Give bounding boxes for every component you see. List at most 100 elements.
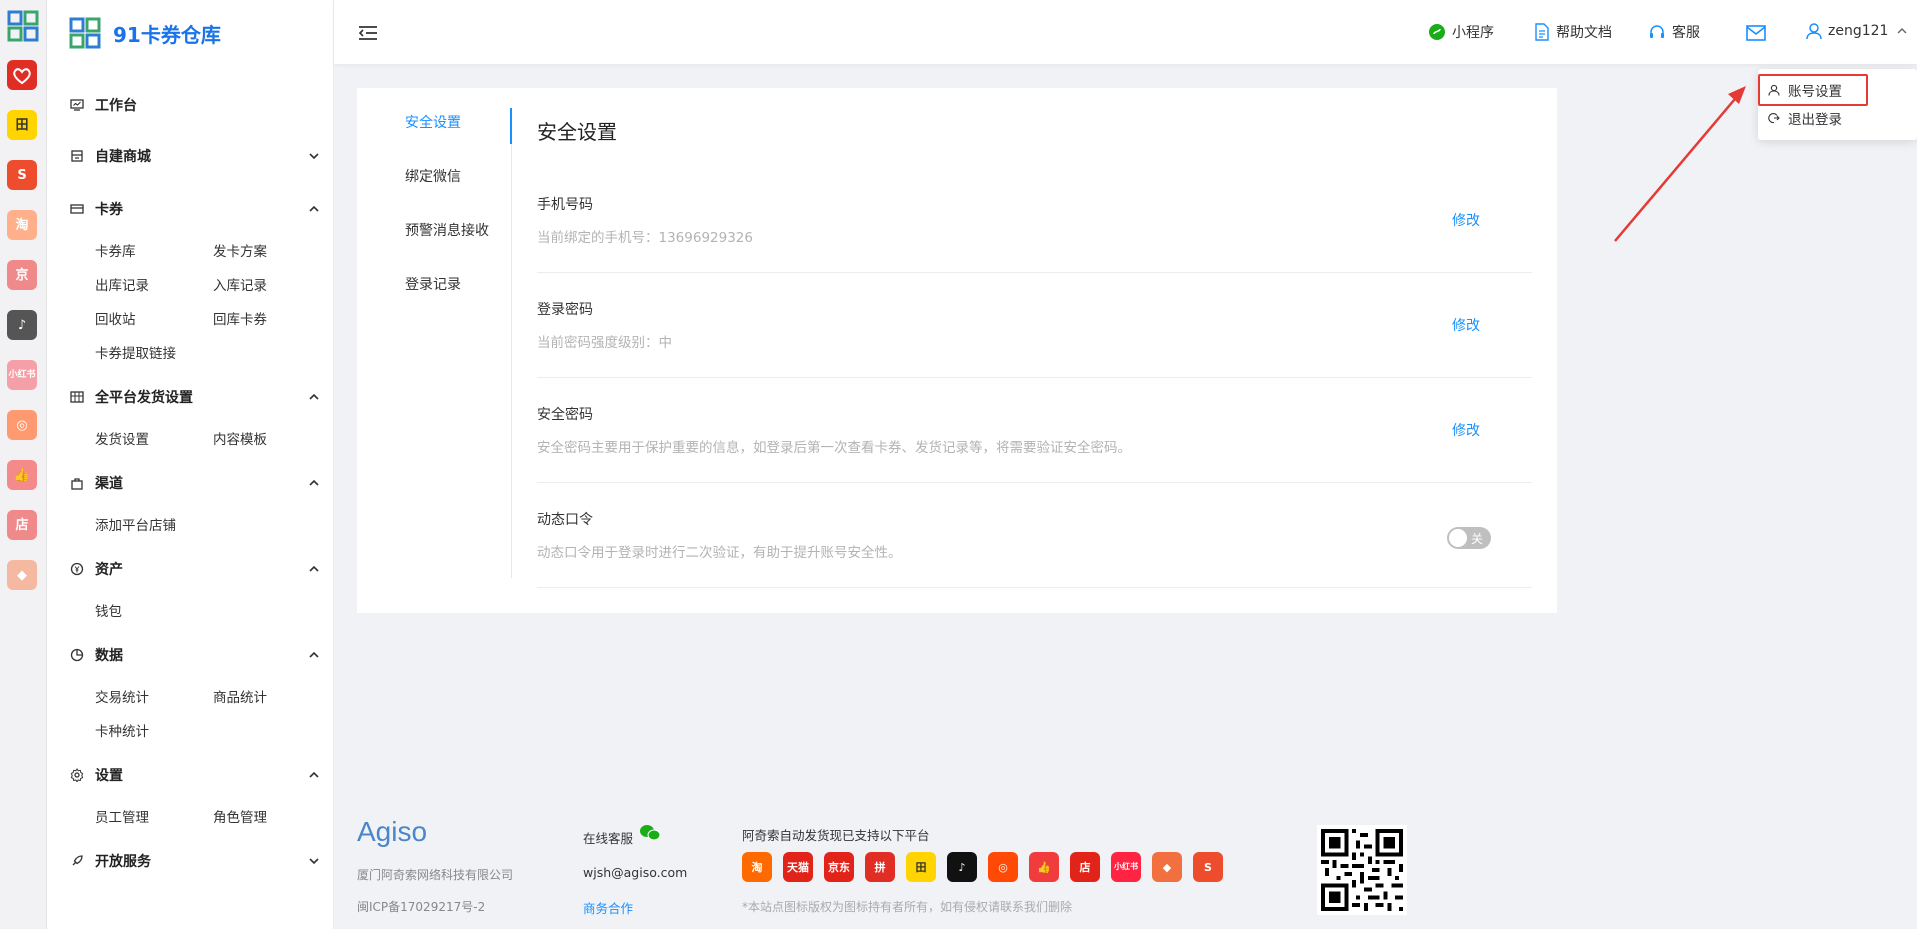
shopee-icon[interactable]: S — [7, 160, 37, 190]
menu-outbound-records[interactable]: 出库记录 — [95, 274, 149, 294]
chevron-down-icon[interactable] — [307, 149, 321, 163]
chevron-up-icon[interactable] — [307, 390, 321, 404]
platform-rail: 田 S 淘京 ♪ 小红书 ◎ 👍 店 ◆ — [0, 0, 47, 929]
menu-card-type-stats[interactable]: 卡种统计 — [95, 720, 149, 740]
login-password-desc: 当前密码强度级别：中 — [537, 335, 672, 351]
chevron-down-icon[interactable] — [307, 854, 321, 868]
chevron-up-icon[interactable] — [307, 476, 321, 490]
online-service-label: 在线客服 — [583, 831, 634, 846]
customer-service-link[interactable]: 客服 — [1648, 22, 1700, 42]
taobao-icon[interactable]: 淘 — [7, 210, 37, 240]
account-settings-item[interactable]: 账号设置 — [1768, 77, 1842, 103]
collapse-menu-icon[interactable] — [358, 25, 378, 41]
menu-transaction-stats[interactable]: 交易统计 — [95, 686, 149, 706]
kuaishou-icon[interactable]: ◎ — [7, 410, 37, 440]
wechat-icon[interactable] — [639, 824, 661, 842]
edit-phone-link[interactable]: 修改 — [1452, 210, 1480, 230]
xiaohongshu-icon[interactable]: 小红书 — [7, 360, 37, 390]
menu-data-label: 数据 — [95, 648, 123, 664]
business-cooperation-link[interactable]: 商务合作 — [583, 898, 633, 917]
login-password-row: 登录密码 当前密码强度级别：中 修改 — [537, 273, 1532, 378]
platform-jd-icon: 京东 — [824, 852, 854, 882]
security-password-desc: 安全密码主要用于保护重要的信息，如登录后第一次查看卡券、发货记录等，将需要验证安… — [537, 440, 1131, 456]
menu-channel-label: 渠道 — [95, 476, 123, 492]
platform-shop-bag-icon: ◆ — [1152, 852, 1182, 882]
platform-taobao-icon: 淘 — [742, 852, 772, 882]
store-icon[interactable]: 店 — [7, 510, 37, 540]
chevron-up-icon[interactable] — [307, 562, 321, 576]
chevron-up-icon[interactable] — [307, 648, 321, 662]
user-icon — [1806, 23, 1822, 40]
menu-returned-coupons[interactable]: 回库卡券 — [213, 308, 267, 328]
chevron-up-icon[interactable] — [307, 202, 321, 216]
platform-thumbs-icon: 👍 — [1029, 852, 1059, 882]
gear-icon — [69, 767, 85, 783]
menu-data[interactable]: 数据 — [69, 643, 321, 667]
tab-security[interactable]: 安全设置 — [405, 112, 461, 132]
tab-alert-messages[interactable]: 预警消息接收 — [405, 220, 489, 240]
icp-number[interactable]: 闽ICP备17029217号-2 — [357, 898, 485, 915]
menu-settings[interactable]: 设置 — [69, 763, 321, 787]
menu-settings-label: 设置 — [95, 768, 123, 784]
mini-program-link[interactable]: 小程序 — [1428, 22, 1494, 42]
menu-channel[interactable]: 渠道 — [69, 471, 321, 495]
platform-tianmao-field-icon: 田 — [906, 852, 936, 882]
logout-item[interactable]: 退出登录 — [1768, 105, 1842, 131]
account-settings-label: 账号设置 — [1788, 84, 1842, 100]
dynamic-token-row: 动态口令 动态口令用于登录时进行二次验证，有助于提升账号安全性。 关 — [537, 483, 1532, 588]
platform-pinduoduo-icon: 拼 — [865, 852, 895, 882]
brand-title: 91卡券仓库 — [113, 22, 221, 47]
pie-chart-icon — [69, 647, 85, 663]
mail-icon[interactable] — [1746, 25, 1766, 41]
shop-bag-icon[interactable]: ◆ — [7, 560, 37, 590]
copyright-notice: *本站点图标版权为图标持有者所有，如有侵权请联系我们删除 — [742, 900, 1073, 914]
card-icon — [69, 201, 85, 217]
help-docs-link[interactable]: 帮助文档 — [1534, 22, 1612, 42]
thumbs-up-icon[interactable]: 👍 — [7, 460, 37, 490]
customer-service-label: 客服 — [1672, 25, 1700, 41]
menu-delivery-settings[interactable]: 全平台发货设置 — [69, 385, 321, 409]
menu-open-service[interactable]: 开放服务 — [69, 849, 321, 873]
mini-program-label: 小程序 — [1452, 25, 1494, 41]
menu-product-stats[interactable]: 商品统计 — [213, 686, 267, 706]
dynamic-token-title: 动态口令 — [537, 512, 593, 528]
menu-coupon-library[interactable]: 卡券库 — [95, 240, 136, 260]
platform-kuaishou-icon: ◎ — [988, 852, 1018, 882]
user-dropdown: 账号设置 退出登录 — [1758, 69, 1917, 140]
jd-icon[interactable]: 京 — [7, 260, 37, 290]
menu-issue-plan[interactable]: 发卡方案 — [213, 240, 267, 260]
toggle-state-label: 关 — [1470, 532, 1483, 546]
platform-tmall-icon: 天猫 — [783, 852, 813, 882]
menu-recycle-bin[interactable]: 回收站 — [95, 308, 136, 328]
menu-content-template[interactable]: 内容模板 — [213, 428, 267, 448]
menu-inbound-records[interactable]: 入库记录 — [213, 274, 267, 294]
tab-bind-wechat[interactable]: 绑定微信 — [405, 166, 461, 186]
footer: Agiso 厦门阿奇索网络科技有限公司 闽ICP备17029217号-2 在线客… — [357, 810, 1917, 929]
tab-login-records[interactable]: 登录记录 — [405, 274, 461, 294]
company-name: 厦门阿奇索网络科技有限公司 — [357, 868, 514, 882]
contact-email[interactable]: wjsh@agiso.com — [583, 865, 687, 880]
edit-security-password-link[interactable]: 修改 — [1452, 420, 1480, 440]
menu-staff-management[interactable]: 员工管理 — [95, 806, 149, 826]
pinduoduo-icon[interactable] — [7, 60, 37, 90]
menu-delivery-config[interactable]: 发货设置 — [95, 428, 149, 448]
menu-assets[interactable]: 资产 — [69, 557, 321, 581]
menu-workbench[interactable]: 工作台 — [69, 93, 321, 117]
brand[interactable]: 91卡券仓库 — [69, 15, 221, 51]
logout-label: 退出登录 — [1788, 112, 1842, 128]
menu-coupon-extract-link[interactable]: 卡券提取链接 — [95, 342, 176, 362]
user-menu[interactable]: zeng121 — [1806, 22, 1914, 40]
bag-icon — [69, 475, 85, 491]
douyin-icon[interactable]: ♪ — [7, 310, 37, 340]
dynamic-token-toggle[interactable]: 关 — [1447, 527, 1491, 549]
edit-login-password-link[interactable]: 修改 — [1452, 315, 1480, 335]
menu-mall[interactable]: 自建商城 — [69, 144, 321, 168]
chevron-up-icon[interactable] — [307, 768, 321, 782]
app-logo-icon[interactable] — [7, 10, 39, 42]
menu-coupon[interactable]: 卡券 — [69, 197, 321, 221]
menu-wallet[interactable]: 钱包 — [95, 600, 122, 620]
menu-role-management[interactable]: 角色管理 — [213, 806, 267, 826]
help-docs-label: 帮助文档 — [1556, 25, 1612, 41]
menu-add-platform-store[interactable]: 添加平台店铺 — [95, 514, 176, 534]
tianmao-field-icon[interactable]: 田 — [7, 110, 37, 140]
